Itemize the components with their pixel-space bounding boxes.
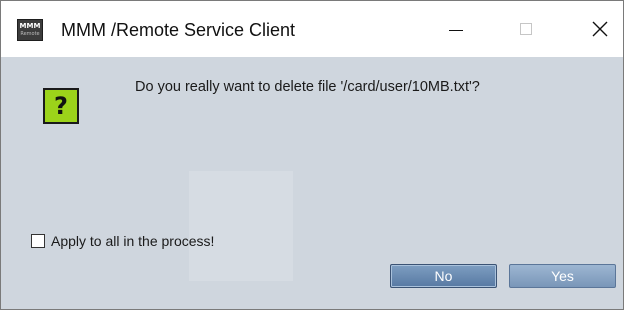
background-panel: [189, 171, 293, 281]
close-button[interactable]: [577, 9, 623, 49]
maximize-button[interactable]: [503, 9, 549, 49]
no-button[interactable]: No: [390, 264, 497, 288]
dialog-window: MMM Remote MMM /Remote Service Client ? …: [0, 0, 624, 310]
title-bar[interactable]: MMM Remote MMM /Remote Service Client: [1, 1, 623, 57]
window-title: MMM /Remote Service Client: [61, 20, 296, 40]
question-icon: ?: [43, 88, 79, 124]
close-icon: [592, 21, 608, 37]
minimize-icon: [449, 29, 463, 31]
apply-to-all-option[interactable]: Apply to all in the process!: [31, 232, 214, 250]
apply-to-all-label[interactable]: Apply to all in the process!: [51, 233, 214, 249]
confirmation-message: Do you really want to delete file '/card…: [135, 79, 480, 95]
apply-to-all-checkbox[interactable]: [31, 234, 45, 248]
yes-button[interactable]: Yes: [509, 264, 616, 288]
app-icon-text: MMM: [19, 22, 41, 30]
dialog-body: ? Do you really want to delete file '/ca…: [1, 57, 623, 309]
app-icon: MMM Remote: [17, 19, 43, 41]
maximize-icon: [520, 23, 532, 35]
minimize-button[interactable]: [433, 9, 479, 49]
app-icon-subtext: Remote: [20, 31, 40, 37]
